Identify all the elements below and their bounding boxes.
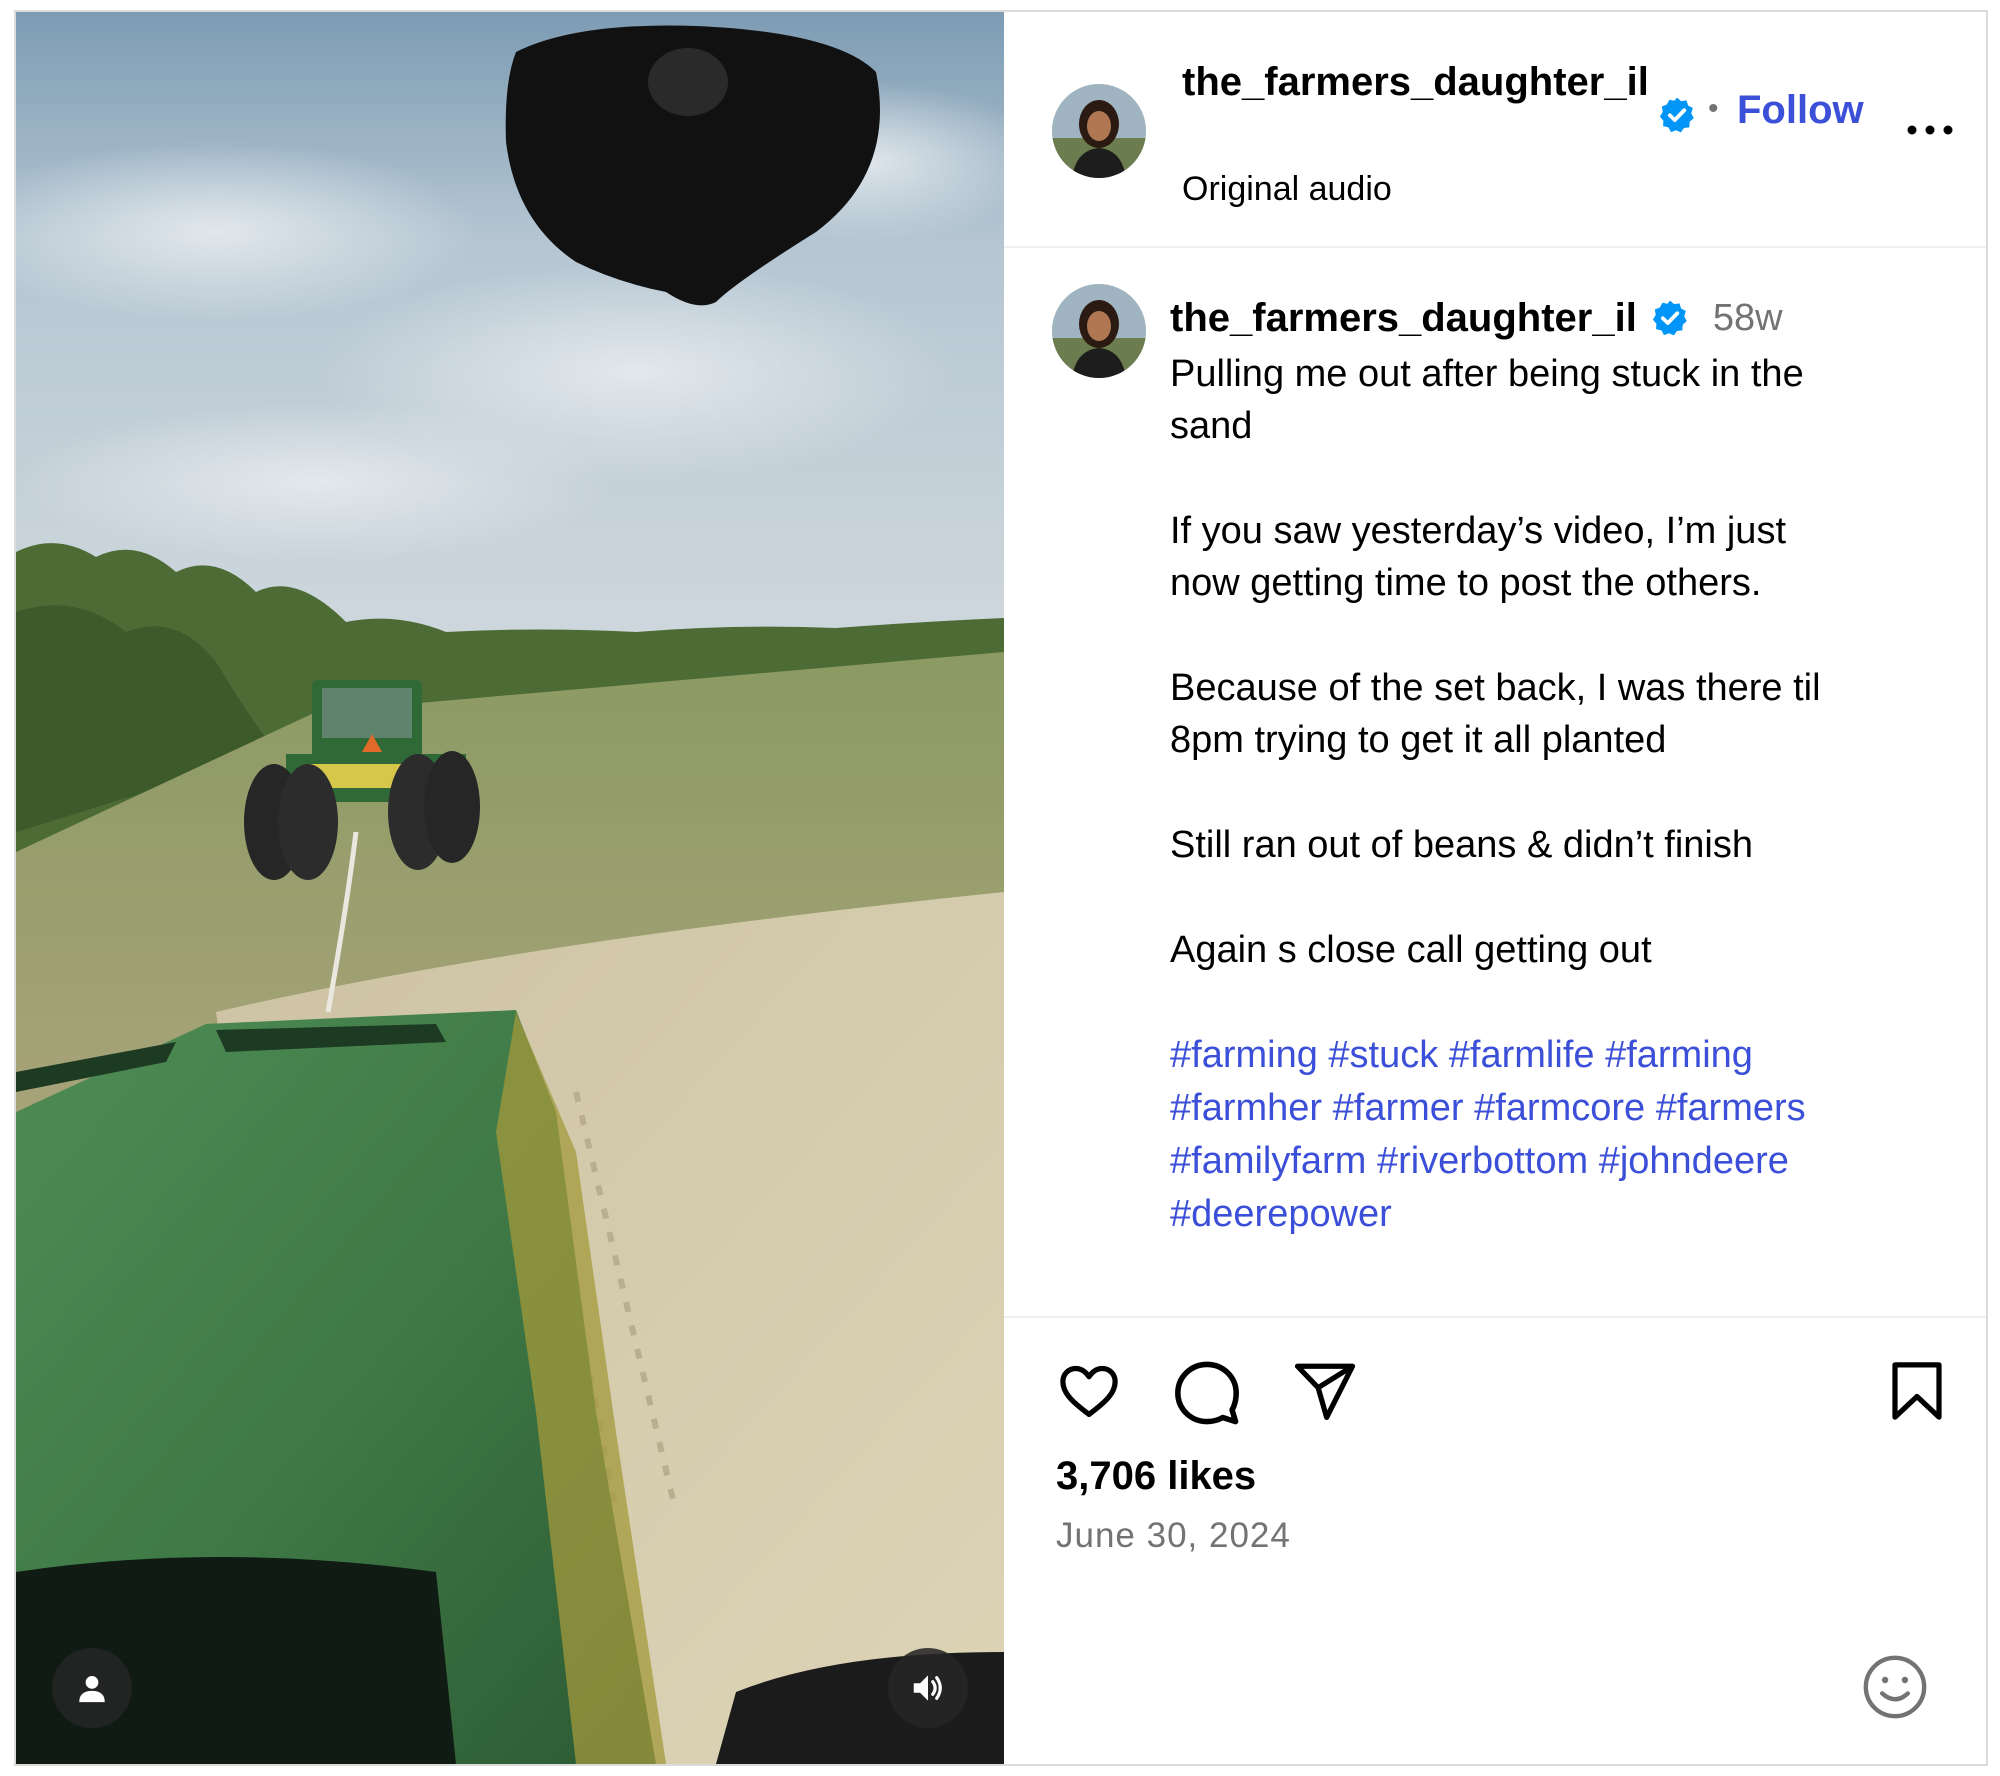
post-side-panel: the_farmers_daughter_il • Follow Origina… [1004, 12, 1986, 1764]
verified-badge-icon [1659, 97, 1694, 133]
hashtag-link[interactable]: #farmlife [1449, 1034, 1595, 1076]
caption-line: If you saw yesterday’s video, I’m just [1170, 510, 1786, 552]
header-username[interactable]: the_farmers_daughter_il [1182, 56, 1652, 108]
audio-link[interactable]: Original audio [1182, 170, 1392, 209]
caption-line: now getting time to post the others. [1170, 562, 1762, 604]
hashtag-link[interactable]: #familyfarm [1170, 1140, 1366, 1182]
heart-icon[interactable] [1054, 1358, 1124, 1424]
hashtag-link[interactable]: #farmcore [1474, 1087, 1645, 1129]
user-tags-button[interactable] [52, 1648, 132, 1728]
send-icon[interactable] [1290, 1358, 1360, 1424]
hashtag-link[interactable]: #farmers [1656, 1087, 1806, 1129]
post-date[interactable]: June 30, 2024 [1056, 1516, 1291, 1556]
post-caption: the_farmers_daughter_il 58w Pulling me o… [1170, 288, 1940, 1241]
caption-line: Pulling me out after being stuck in the [1170, 353, 1804, 395]
verified-badge-icon [1652, 300, 1687, 336]
comment-icon[interactable] [1172, 1358, 1242, 1428]
more-horizontal-icon[interactable] [1904, 122, 1956, 138]
caption-paragraph: Because of the set back, I was there til… [1170, 662, 1940, 766]
follow-button[interactable]: Follow [1737, 88, 1864, 133]
emoji-icon[interactable] [1860, 1652, 1930, 1722]
caption-paragraph: Still ran out of beans & didn’t finish [1170, 819, 1940, 871]
hashtag-link[interactable]: #stuck [1328, 1034, 1438, 1076]
video-frame-image [16, 12, 1004, 1764]
hashtag-row: #farming #stuck #farmlife #farming [1170, 1029, 1940, 1082]
hashtag-row: #farmher #farmer #farmcore #farmers [1170, 1082, 1940, 1135]
caption-paragraph: Again s close call getting out [1170, 924, 1940, 976]
hashtag-list: #farming #stuck #farmlife #farming #farm… [1170, 1029, 1940, 1241]
post-video[interactable] [16, 12, 1004, 1764]
avatar[interactable] [1052, 84, 1146, 178]
bookmark-icon[interactable] [1884, 1358, 1950, 1424]
post-container: the_farmers_daughter_il • Follow Origina… [14, 10, 1988, 1766]
profile-photo [1052, 84, 1146, 178]
caption-paragraph: If you saw yesterday’s video, I’m just n… [1170, 505, 1940, 609]
post-header: the_farmers_daughter_il • Follow Origina… [1004, 12, 1986, 248]
separator-dot: • [1708, 92, 1719, 125]
caption-line: Still ran out of beans & didn’t finish [1170, 824, 1754, 866]
divider [1004, 1316, 1986, 1318]
hashtag-row: #deerepower [1170, 1188, 1940, 1241]
speaker-icon [913, 1675, 942, 1701]
hashtag-link[interactable]: #farmer [1333, 1087, 1464, 1129]
person-icon [79, 1675, 105, 1703]
post-timestamp[interactable]: 58w [1713, 297, 1783, 340]
caption-line: Because of the set back, I was there til [1170, 667, 1821, 709]
caption-header: the_farmers_daughter_il 58w [1170, 288, 1940, 348]
caption-line: Again s close call getting out [1170, 929, 1652, 971]
hashtag-link[interactable]: #riverbottom [1377, 1140, 1588, 1182]
profile-photo [1052, 284, 1146, 378]
hashtag-link[interactable]: #farming [1605, 1034, 1753, 1076]
caption-line: sand [1170, 405, 1253, 447]
hashtag-link[interactable]: #farmher [1170, 1087, 1322, 1129]
caption-paragraph: Pulling me out after being stuck in the … [1170, 348, 1940, 452]
avatar[interactable] [1052, 284, 1146, 378]
hashtag-link[interactable]: #johndeere [1599, 1140, 1789, 1182]
hashtag-row: #familyfarm #riverbottom #johndeere [1170, 1135, 1940, 1188]
hashtag-link[interactable]: #farming [1170, 1034, 1318, 1076]
caption-username[interactable]: the_farmers_daughter_il [1170, 296, 1637, 341]
likes-count[interactable]: 3,706 likes [1056, 1454, 1256, 1499]
audio-toggle-button[interactable] [888, 1648, 968, 1728]
hashtag-link[interactable]: #deerepower [1170, 1193, 1392, 1235]
caption-line: 8pm trying to get it all planted [1170, 719, 1667, 761]
